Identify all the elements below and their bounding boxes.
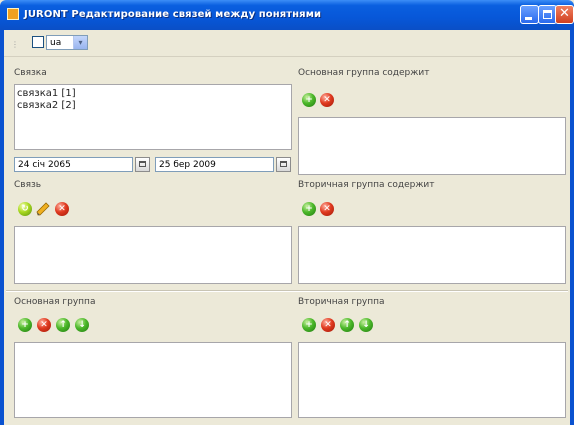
main-contains-remove-button[interactable]: ✕ (320, 93, 334, 107)
close-icon: ✕ (559, 6, 570, 21)
chevron-down-icon[interactable]: ▾ (73, 36, 87, 49)
main-contains-add-button[interactable]: + (302, 93, 316, 107)
secondary-contains-add-button[interactable]: + (302, 202, 316, 216)
main-group-remove-button[interactable]: ✕ (37, 318, 51, 332)
main-group-list[interactable] (14, 342, 292, 418)
list-item[interactable]: связка2 [2] (15, 100, 291, 112)
links-list[interactable]: связка1 [1] связка2 [2] (14, 84, 292, 150)
secondary-group-add-button[interactable]: + (302, 318, 316, 332)
date-to-field[interactable]: 25 бер 2009 (155, 157, 274, 172)
main-group-down-button[interactable]: ↓ (75, 318, 89, 332)
secondary-group-remove-button[interactable]: ✕ (321, 318, 335, 332)
window-frame-left (0, 30, 4, 425)
calendar-icon (280, 161, 287, 167)
secondary-group-up-button[interactable]: ↑ (340, 318, 354, 332)
list-item[interactable]: связка1 [1] (15, 88, 291, 100)
pencil-icon[interactable] (35, 201, 51, 217)
main-group-up-button[interactable]: ↑ (56, 318, 70, 332)
toolbar-checkbox[interactable] (32, 36, 44, 48)
window-title: JURONT Редактирование связей между понят… (24, 9, 322, 20)
maximize-icon (543, 10, 552, 19)
app-icon (7, 8, 19, 20)
calendar-icon (139, 161, 146, 167)
link-list[interactable] (14, 226, 292, 284)
secondary-group-contains-label: Вторичная группа содержит (298, 180, 435, 190)
date-to-calendar-button[interactable] (276, 157, 291, 172)
language-value: ua (50, 38, 62, 48)
main-group-contains-list[interactable] (298, 117, 566, 175)
date-from-calendar-button[interactable] (135, 157, 150, 172)
main-group-add-button[interactable]: + (18, 318, 32, 332)
secondary-group-contains-list[interactable] (298, 226, 566, 284)
minimize-button[interactable] (520, 5, 539, 24)
language-select[interactable]: ua ▾ (46, 35, 88, 50)
secondary-group-down-button[interactable]: ↓ (359, 318, 373, 332)
date-to-value: 25 бер 2009 (159, 160, 216, 170)
link-label: Связь (14, 180, 42, 190)
main-group-label: Основная группа (14, 297, 96, 307)
toolbar-grip-icon[interactable]: ⋮ (11, 40, 19, 49)
links-label: Связка (14, 68, 47, 78)
secondary-group-list[interactable] (298, 342, 566, 418)
section-divider (6, 290, 568, 292)
date-from-value: 24 січ 2065 (18, 160, 71, 170)
window-frame-right (570, 30, 574, 425)
date-from-field[interactable]: 24 січ 2065 (14, 157, 133, 172)
title-bar[interactable]: JURONT Редактирование связей между понят… (0, 0, 574, 30)
toolbar: ⋮ ua ▾ (4, 30, 570, 57)
secondary-group-label: Вторичная группа (298, 297, 385, 307)
refresh-add-button[interactable]: ↻ (18, 202, 32, 216)
link-remove-button[interactable]: ✕ (55, 202, 69, 216)
secondary-contains-remove-button[interactable]: ✕ (320, 202, 334, 216)
close-button[interactable]: ✕ (555, 5, 574, 24)
main-group-contains-label: Основная группа содержит (298, 68, 430, 78)
minimize-icon (525, 17, 532, 20)
